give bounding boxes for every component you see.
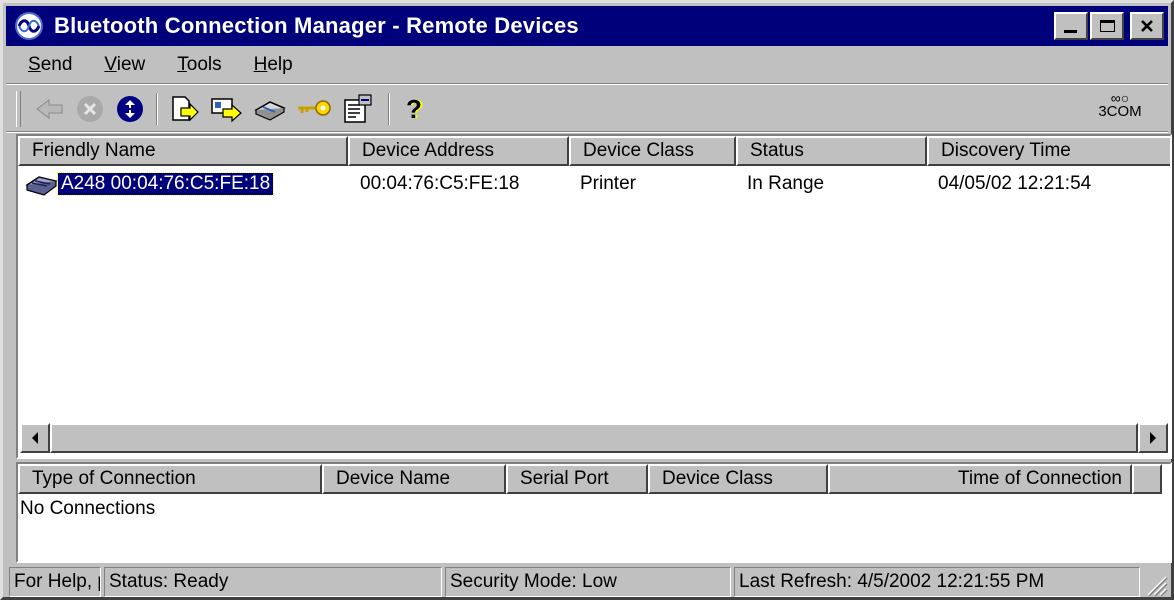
menu-tools-label: ools [186, 54, 222, 75]
connect-icon [254, 101, 286, 121]
menu-send-label: end [40, 54, 73, 75]
send-file-icon [172, 96, 199, 122]
main-window: Bluetooth Connection Manager - Remote De… [0, 0, 1174, 600]
refresh-icon [117, 96, 143, 122]
col-type-of-connection[interactable]: Type of Connection [18, 464, 322, 494]
printer-device-icon [23, 171, 59, 203]
back-arrow-icon [36, 99, 63, 119]
security-mode-panel: Security Mode: Low [445, 567, 731, 597]
resize-grip-icon[interactable] [1142, 571, 1168, 597]
menu-tools[interactable]: Tools [157, 54, 233, 76]
toolbar-separator [388, 93, 390, 125]
window-title: Bluetooth Connection Manager - Remote De… [54, 13, 579, 38]
connections-header: Type of Connection Device Name Serial Po… [18, 464, 1162, 494]
toolbar: ? ∞○ 3COM [6, 85, 1168, 131]
device-discovery-time: 04/05/02 12:21:54 [938, 173, 1092, 194]
scroll-thumb[interactable] [50, 423, 1138, 453]
menu-bar: Send View Tools Help [6, 49, 305, 81]
menu-send-accel: S [28, 54, 41, 75]
stop-icon [77, 96, 103, 122]
device-address: 00:04:76:C5:FE:18 [360, 173, 520, 194]
pair-key-icon [298, 100, 331, 116]
send-business-card-button[interactable] [208, 91, 244, 127]
properties-icon [344, 94, 372, 123]
back-button[interactable] [32, 91, 68, 127]
toolbar-divider [6, 131, 1168, 133]
maximize-button[interactable] [1090, 12, 1124, 40]
col-time-of-connection[interactable]: Time of Connection [828, 464, 1132, 494]
menu-help-label: elp [267, 54, 293, 75]
col-status[interactable]: Status [736, 136, 927, 166]
help-button[interactable]: ? [396, 91, 432, 127]
minimize-button[interactable] [1054, 12, 1088, 40]
horizontal-scrollbar[interactable] [20, 423, 1168, 453]
stop-button[interactable] [72, 91, 108, 127]
brand-name: 3COM [1098, 103, 1142, 120]
device-friendly-name[interactable]: A248 00:04:76:C5:FE:18 [56, 172, 275, 196]
remote-devices-list[interactable]: Friendly Name Device Address Device Clas… [16, 134, 1172, 459]
maximize-icon [1099, 20, 1115, 32]
title-bar[interactable]: Bluetooth Connection Manager - Remote De… [6, 6, 1168, 46]
status-ready-panel: Status: Ready [104, 567, 442, 597]
help-icon: ? [406, 93, 422, 124]
menu-view[interactable]: View [84, 54, 157, 76]
status-help-panel: For Help, press F1 [9, 567, 101, 597]
col-friendly-name[interactable]: Friendly Name [18, 136, 348, 166]
bluetooth-app-icon [12, 9, 50, 43]
no-connections-text: No Connections [20, 498, 156, 519]
connect-button[interactable] [252, 91, 288, 127]
pair-key-button[interactable] [296, 91, 332, 127]
properties-button[interactable] [340, 91, 376, 127]
close-button[interactable] [1130, 12, 1164, 40]
minimize-icon [1064, 30, 1077, 33]
col-serial-port[interactable]: Serial Port [506, 464, 648, 494]
status-bar: For Help, press F1 Status: Ready Securit… [6, 567, 1168, 597]
connections-list[interactable]: Type of Connection Device Name Serial Po… [16, 462, 1172, 563]
last-refresh-panel: Last Refresh: 4/5/2002 12:21:55 PM [734, 567, 1140, 597]
scroll-left-button[interactable] [20, 423, 50, 453]
col-device-address[interactable]: Device Address [348, 136, 569, 166]
menu-view-accel: V [104, 54, 117, 75]
send-file-button[interactable] [166, 91, 202, 127]
menu-tools-accel: T [177, 54, 187, 75]
menu-help[interactable]: Help [234, 54, 305, 76]
arrow-left-icon [32, 432, 38, 444]
menu-send[interactable]: Send [6, 54, 84, 76]
close-icon [1141, 20, 1153, 32]
col-filler [1132, 464, 1162, 494]
device-status: In Range [747, 173, 825, 194]
menu-help-accel: H [253, 54, 268, 75]
refresh-button[interactable] [112, 91, 148, 127]
scroll-right-button[interactable] [1138, 423, 1168, 453]
col-discovery-time[interactable]: Discovery Time [927, 136, 1170, 166]
toolbar-grip[interactable] [16, 91, 21, 127]
col-device-name[interactable]: Device Name [322, 464, 506, 494]
arrow-right-icon [1150, 432, 1156, 444]
col-device-class[interactable]: Device Class [569, 136, 736, 166]
col-connection-device-class[interactable]: Device Class [648, 464, 828, 494]
menu-view-label: iew [116, 54, 146, 75]
devices-header: Friendly Name Device Address Device Clas… [18, 136, 1170, 166]
toolbar-separator [156, 93, 158, 125]
3com-logo: ∞○ 3COM [1090, 91, 1150, 127]
send-business-card-icon [211, 98, 242, 123]
device-class: Printer [580, 173, 636, 194]
